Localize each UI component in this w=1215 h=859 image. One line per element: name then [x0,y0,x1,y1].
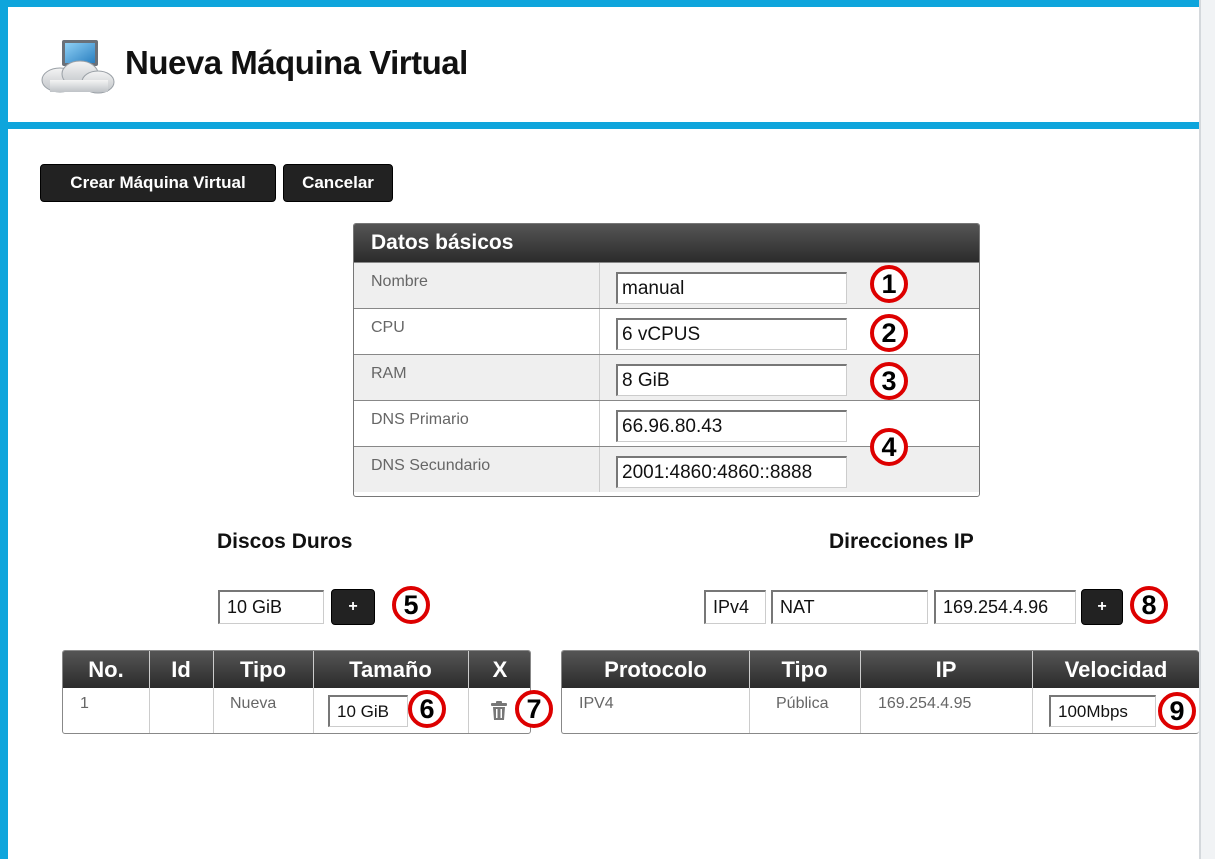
cpu-label: CPU [371,319,405,336]
cancel-button[interactable]: Cancelar [283,164,393,202]
col-protocolo: Protocolo [604,657,707,682]
callout-2: 2 [870,314,908,352]
name-field[interactable] [616,272,847,304]
col-delete: X [492,657,508,682]
disk-row-size-input[interactable] [328,695,408,727]
disks-title: Discos Duros [217,530,353,553]
name-label: Nombre [371,273,428,290]
callout-7: 7 [515,690,553,728]
ips-title: Direcciones IP [829,530,974,553]
callout-9: 9 [1158,692,1196,730]
scrollbar[interactable] [1199,0,1215,859]
ip-row-tipo: Pública [776,695,829,712]
dns-secondary-field[interactable] [616,456,847,488]
callout-1: 1 [870,265,908,303]
panel-title: Datos básicos [354,224,979,262]
ram-label: RAM [371,365,407,382]
ip-row-protocol: IPV4 [579,695,614,712]
callout-3: 3 [870,362,908,400]
add-disk-button[interactable]: + [331,589,375,625]
cpu-field[interactable] [616,318,847,350]
col-tipo: Tipo [781,657,828,682]
add-ip-button[interactable]: + [1081,589,1123,625]
create-vm-button[interactable]: Crear Máquina Virtual [40,164,276,202]
ips-table: Protocolo Tipo IP Velocidad IPV4 Pública… [561,650,1199,734]
dns-primary-field[interactable] [616,410,847,442]
page-title: Nueva Máquina Virtual [125,44,468,81]
ip-row-ip: 169.254.4.95 [878,695,972,712]
col-tamano: Tamaño [349,657,432,682]
callout-5: 5 [392,586,430,624]
col-velocidad: Velocidad [1064,657,1168,682]
col-no: No. [88,657,124,682]
disk-row-no: 1 [80,695,89,712]
callout-4: 4 [870,428,908,466]
dns-secondary-label: DNS Secundario [371,457,491,474]
ip-protocol-input[interactable] [704,590,766,624]
disks-table: No. Id Tipo Tamaño X 1 Nueva [62,650,531,734]
window-frame-top [0,0,1215,7]
disk-size-input[interactable] [218,590,324,624]
col-tipo: Tipo [239,657,287,682]
dns-primary-label: DNS Primario [371,411,469,428]
ram-field[interactable] [616,364,847,396]
disk-row-tipo: Nueva [230,695,277,712]
col-ip: IP [935,657,957,682]
ip-row-speed-input[interactable] [1049,695,1156,727]
col-id: Id [171,657,191,682]
trash-icon[interactable] [490,701,508,721]
callout-6: 6 [408,690,446,728]
ip-type-input[interactable] [771,590,928,624]
ip-address-input[interactable] [934,590,1076,624]
callout-8: 8 [1130,586,1168,624]
header-divider [0,122,1199,129]
cloud-computer-icon [41,40,115,94]
